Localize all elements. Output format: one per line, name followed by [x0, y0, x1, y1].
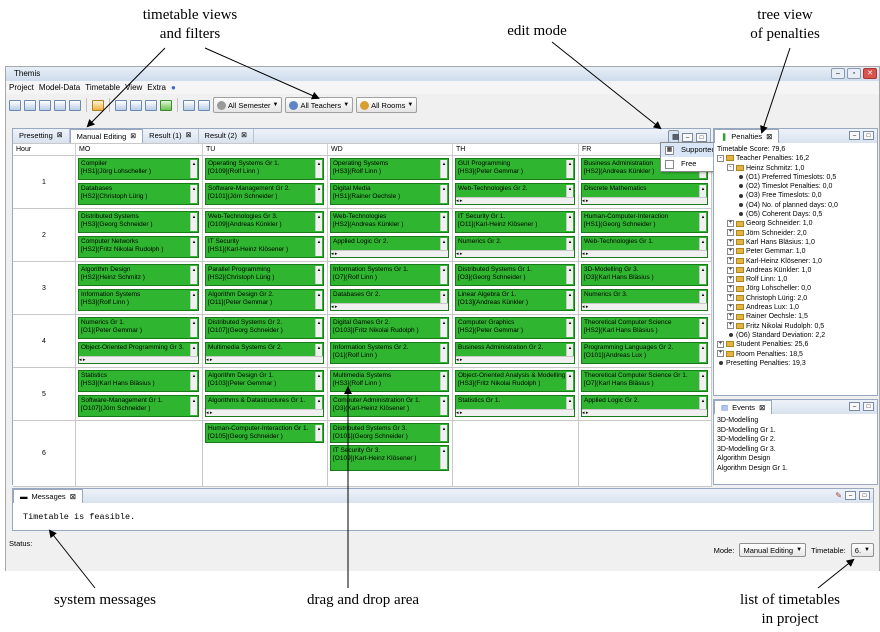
arrow-tree-view	[760, 47, 791, 134]
arrow-timetable-views	[86, 47, 166, 128]
annotation-arrows	[48, 41, 855, 589]
arrow-filters	[204, 47, 320, 100]
arrow-list-timetables	[817, 558, 855, 589]
arrow-edit-mode	[551, 41, 662, 130]
arrow-system-messages	[48, 529, 96, 589]
